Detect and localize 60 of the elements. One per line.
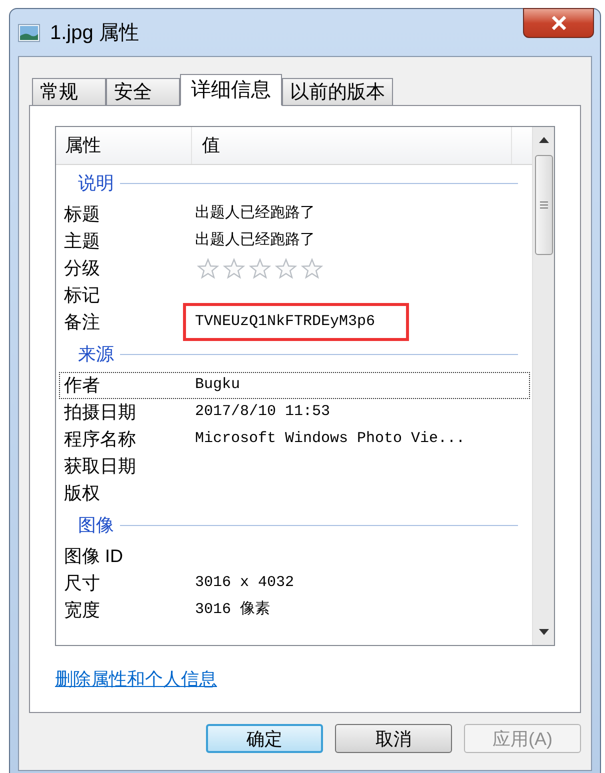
tab[interactable]: 以前的版本 [282, 78, 393, 105]
property-name: 标记 [63, 284, 101, 307]
close-button[interactable] [523, 8, 594, 38]
star-icon[interactable] [197, 258, 219, 280]
remove-properties-link[interactable]: 删除属性和个人信息 [55, 666, 217, 693]
property-name: 拍摄日期 [63, 401, 137, 424]
property-row[interactable]: 获取日期 [59, 453, 530, 480]
property-name: 版权 [63, 482, 101, 505]
group-heading[interactable]: 来源 [78, 340, 114, 368]
scrollbar[interactable] [532, 127, 554, 645]
star-icon[interactable] [301, 258, 323, 280]
property-value: 出题人已经跑路了 [195, 230, 315, 252]
grip-icon [538, 201, 548, 209]
property-row[interactable]: 标记 [59, 282, 530, 309]
property-row[interactable]: 版权 [59, 480, 530, 507]
column-header[interactable]: 值 [192, 127, 512, 164]
property-row[interactable]: 图像 ID [59, 543, 530, 570]
property-row[interactable]: 宽度 3016 像素 [59, 597, 530, 624]
property-row[interactable]: 主题 出题人已经跑路了 [59, 228, 530, 255]
star-icon[interactable] [223, 258, 245, 280]
image-file-icon [18, 24, 40, 42]
dialog-button[interactable]: 确定 [206, 724, 323, 753]
property-name: 作者 [63, 374, 101, 397]
property-value: Bugku [195, 375, 240, 396]
close-icon [550, 16, 566, 30]
property-value: TVNEUzQ1NkFTRDEyM3p6 [195, 312, 376, 332]
tab[interactable]: 安全 [106, 78, 180, 105]
group-heading[interactable]: 图像 [78, 512, 114, 538]
star-icon[interactable] [275, 258, 297, 280]
scrollbar-thumb[interactable] [534, 155, 552, 255]
property-name: 图像 ID [63, 545, 124, 568]
property-name: 主题 [63, 230, 101, 253]
dialog-button[interactable]: 取消 [335, 724, 452, 753]
property-name: 获取日期 [63, 455, 137, 478]
property-value: Microsoft Windows Photo Vie... [195, 429, 466, 450]
property-name: 宽度 [63, 599, 101, 622]
property-value: 3016 像素 [195, 600, 270, 620]
scroll-up-icon[interactable] [538, 137, 548, 143]
property-row[interactable]: 作者 Bugku [59, 372, 530, 399]
property-row[interactable]: 备注 TVNEUzQ1NkFTRDEyM3p6 [59, 309, 530, 336]
property-value: 3016 x 4032 [195, 573, 294, 594]
property-name: 程序名称 [63, 428, 137, 451]
property-value: 2017/8/10 11:53 [195, 402, 330, 422]
property-name: 分级 [63, 257, 101, 280]
property-name: 标题 [63, 203, 101, 226]
column-header[interactable]: 属性 [56, 127, 192, 164]
tab[interactable]: 常规 [32, 78, 106, 105]
tab[interactable]: 详细信息 [180, 74, 282, 106]
property-row[interactable]: 尺寸 3016 x 4032 [59, 570, 530, 597]
group-heading[interactable]: 说明 [78, 170, 114, 196]
property-row[interactable]: 拍摄日期 2017/8/10 11:53 [59, 399, 530, 426]
property-row[interactable]: 标题 出题人已经跑路了 [59, 201, 530, 228]
property-row[interactable]: 程序名称 Microsoft Windows Photo Vie... [59, 426, 530, 453]
scroll-down-icon[interactable] [538, 629, 548, 635]
star-icon[interactable] [249, 258, 271, 280]
window-title: 1.jpg 属性 [50, 20, 139, 46]
property-row[interactable]: 分级 [59, 255, 530, 282]
property-name: 备注 [63, 311, 101, 334]
property-value: 出题人已经跑路了 [195, 204, 315, 224]
property-name: 尺寸 [63, 572, 101, 595]
